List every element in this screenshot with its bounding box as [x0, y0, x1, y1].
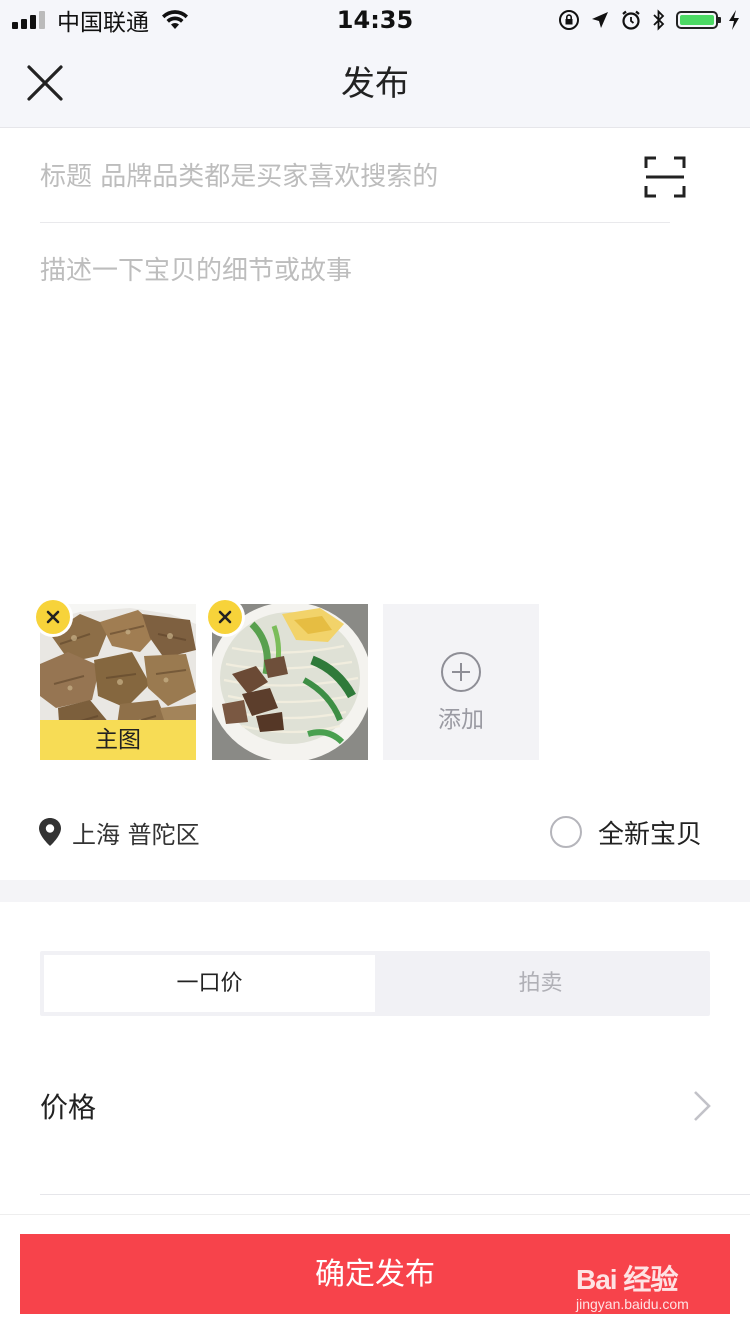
status-bar: 中国联通 14:35 [0, 0, 750, 40]
main-photo-label: 主图 [40, 720, 196, 760]
title-input[interactable] [40, 150, 600, 204]
remove-photo-button[interactable] [208, 600, 242, 634]
charging-icon [729, 10, 739, 30]
description-input[interactable] [40, 252, 710, 572]
add-photo-button[interactable]: 添加 [383, 604, 539, 760]
alarm-icon [622, 10, 640, 30]
watermark-logo: Bai 经验 [576, 1264, 678, 1295]
rotation-lock-icon [559, 10, 579, 30]
location-text: 上海 普陀区 [72, 820, 200, 849]
watermark: Bai 经验 jingyan.baidu.com [574, 1258, 724, 1318]
price-row[interactable]: 价格 [0, 1062, 750, 1150]
tab-fixed-price[interactable]: 一口价 [44, 955, 375, 1012]
sale-type-segment: 一口价 拍卖 [40, 951, 710, 1016]
divider [40, 222, 670, 223]
chevron-right-icon [694, 1091, 711, 1121]
scan-button[interactable] [644, 156, 686, 198]
section-separator [0, 880, 750, 902]
brand-new-label: 全新宝贝 [598, 819, 703, 850]
watermark-url: jingyan.baidu.com [576, 1296, 689, 1312]
status-right [548, 4, 740, 36]
tab-auction[interactable]: 拍卖 [375, 955, 706, 1012]
location-selector[interactable]: 上海 普陀区 [38, 814, 200, 850]
page-title: 发布 [341, 64, 409, 104]
location-pin-icon [39, 818, 61, 846]
radio-circle-icon[interactable] [550, 816, 582, 848]
divider [0, 1214, 750, 1215]
remove-photo-icon [46, 610, 60, 624]
nav-bar: 发布 [0, 40, 750, 128]
scan-icon [644, 156, 686, 198]
add-photo-label: 添加 [438, 707, 484, 733]
plus-circle-icon [441, 652, 481, 692]
price-label: 价格 [40, 1091, 97, 1124]
divider [40, 1194, 750, 1195]
location-arrow-icon [592, 12, 608, 28]
bluetooth-icon [653, 9, 665, 31]
remove-photo-icon [218, 610, 232, 624]
remove-photo-button[interactable] [36, 600, 70, 634]
battery-icon [676, 11, 721, 29]
brand-new-toggle[interactable]: 全新宝贝 [550, 812, 702, 852]
